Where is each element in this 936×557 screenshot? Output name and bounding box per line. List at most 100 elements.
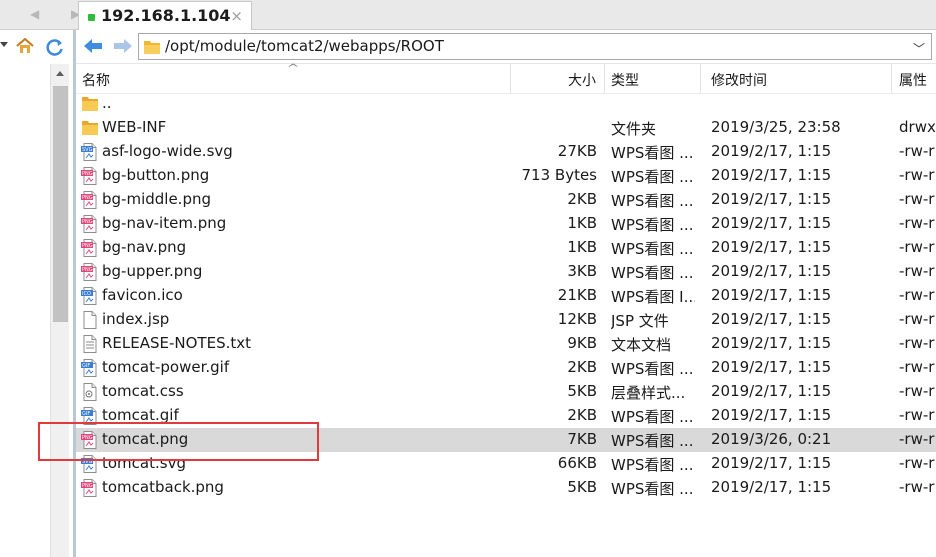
column-header-name[interactable]: 名称: [82, 70, 110, 90]
css-file-icon: [81, 383, 99, 401]
file-size: 12KB: [557, 310, 597, 328]
address-bar[interactable]: /opt/module/tomcat2/webapps/ROOT ﹀: [138, 33, 932, 60]
file-row[interactable]: index.jsp 12KB JSP 文件 2019/2/17, 1:15 -rw-r: [76, 308, 936, 332]
file-name: tomcatback.png: [102, 478, 224, 496]
left-toolbar: [0, 30, 75, 64]
file-type: WPS看图 ...: [611, 456, 694, 474]
file-name: bg-upper.png: [102, 262, 203, 280]
column-header-type[interactable]: 类型: [611, 70, 639, 90]
file-modified-time: 2019/2/17, 1:15: [711, 166, 832, 184]
dropdown-arrow-icon[interactable]: [0, 42, 8, 47]
png-file-icon: PNG: [81, 239, 99, 257]
file-row[interactable]: PNG bg-button.png 713 Bytes WPS看图 ... 2019/2…: [76, 164, 936, 188]
file-modified-time: 2019/3/25, 23:58: [711, 118, 841, 136]
file-row[interactable]: PNG tomcatback.png 5KB WPS看图 ... 2019/2/17, …: [76, 476, 936, 500]
file-row[interactable]: PNG bg-upper.png 3KB WPS看图 ... 2019/2/17, 1:…: [76, 260, 936, 284]
file-attributes: -rw-r: [899, 406, 935, 424]
file-attributes: -rw-r: [899, 214, 935, 232]
file-row[interactable]: RELEASE-NOTES.txt 9KB 文本文档 2019/2/17, 1:15 -…: [76, 332, 936, 356]
file-name: bg-nav.png: [102, 238, 187, 256]
file-row[interactable]: SVG asf-logo-wide.svg 27KB WPS看图 ... 2019/2/…: [76, 140, 936, 164]
file-modified-time: 2019/2/17, 1:15: [711, 382, 832, 400]
file-list-header: ^ 名称 大小 类型 修改时间 属性: [76, 63, 936, 94]
file-attributes: -rw-r: [899, 190, 935, 208]
folder-icon: [144, 41, 160, 54]
file-modified-time: 2019/2/17, 1:15: [711, 406, 832, 424]
file-row[interactable]: PNG bg-nav-item.png 1KB WPS看图 ... 2019/2/17,…: [76, 212, 936, 236]
svg-text:PNG: PNG: [82, 267, 93, 273]
file-size: 2KB: [567, 190, 597, 208]
file-row[interactable]: WEB-INF 文件夹 2019/3/25, 23:58 drwx: [76, 116, 936, 140]
file-attributes: -rw-r: [899, 262, 935, 280]
file-attributes: -rw-r: [899, 334, 935, 352]
gif-file-icon: GIF: [81, 359, 99, 377]
file-modified-time: 2019/2/17, 1:15: [711, 478, 832, 496]
address-path: /opt/module/tomcat2/webapps/ROOT: [165, 37, 444, 55]
scroll-up-icon[interactable]: [56, 71, 64, 76]
folder-icon: [81, 119, 99, 137]
file-size: 7KB: [567, 430, 597, 448]
file-attributes: -rw-r: [899, 166, 935, 184]
tab-close-icon[interactable]: ×: [230, 7, 243, 25]
file-size: 21KB: [557, 286, 597, 304]
home-icon[interactable]: [16, 38, 34, 54]
file-attributes: drwx: [899, 118, 936, 136]
ico-file-icon: ICO: [81, 287, 99, 305]
column-divider[interactable]: [604, 64, 605, 94]
file-attributes: -rw-r: [899, 238, 935, 256]
file-modified-time: 2019/2/17, 1:15: [711, 310, 832, 328]
file-modified-time: 2019/2/17, 1:15: [711, 286, 832, 304]
file-size: 713 Bytes: [521, 166, 598, 184]
file-size: 1KB: [567, 214, 597, 232]
file-name: favicon.ico: [102, 286, 183, 304]
file-attributes: -rw-r: [899, 478, 935, 496]
file-name: RELEASE-NOTES.txt: [102, 334, 252, 352]
file-row[interactable]: GIF tomcat-power.gif 2KB WPS看图 ... 2019/2/17…: [76, 356, 936, 380]
file-row[interactable]: ICO favicon.ico 21KB WPS看图 I... 2019/2/17, 1…: [76, 284, 936, 308]
file-row[interactable]: PNG bg-middle.png 2KB WPS看图 ... 2019/2/17, 1…: [76, 188, 936, 212]
file-type: WPS看图 ...: [611, 168, 694, 186]
png-file-icon: PNG: [81, 191, 99, 209]
file-modified-time: 2019/2/17, 1:15: [711, 190, 832, 208]
svg-text:GIF: GIF: [82, 363, 90, 369]
png-file-icon: PNG: [81, 215, 99, 233]
file-modified-time: 2019/2/17, 1:15: [711, 454, 832, 472]
svg-text:SVG: SVG: [82, 147, 93, 153]
column-divider[interactable]: [700, 64, 701, 94]
column-divider[interactable]: [510, 64, 511, 94]
scrollbar-thumb[interactable]: [53, 86, 68, 322]
tab-session[interactable]: 192.168.1.104 ×: [78, 1, 252, 31]
file-name: asf-logo-wide.svg: [102, 142, 233, 160]
column-header-attr[interactable]: 属性: [899, 70, 927, 90]
address-dropdown-icon[interactable]: ﹀: [913, 40, 925, 57]
file-name: index.jsp: [102, 310, 170, 328]
file-attributes: -rw-r: [899, 310, 935, 328]
txt-file-icon: [81, 335, 99, 353]
file-size: 66KB: [557, 454, 597, 472]
file-size: 5KB: [567, 382, 597, 400]
file-row[interactable]: ..: [76, 92, 936, 116]
svg-text:ICO: ICO: [82, 291, 91, 297]
file-type: WPS看图 ...: [611, 360, 694, 378]
file-size: 9KB: [567, 334, 597, 352]
refresh-icon[interactable]: [45, 37, 65, 57]
file-type: WPS看图 ...: [611, 192, 694, 210]
file-modified-time: 2019/2/17, 1:15: [711, 334, 832, 352]
file-size: 3KB: [567, 262, 597, 280]
forward-arrow-icon[interactable]: [112, 36, 134, 56]
file-row[interactable]: tomcat.css 5KB 层叠样式... 2019/2/17, 1:15 -rw-r: [76, 380, 936, 404]
file-attributes: -rw-r: [899, 358, 935, 376]
column-divider[interactable]: [891, 64, 892, 94]
svg-text:PNG: PNG: [82, 483, 93, 489]
file-name: tomcat.css: [102, 382, 184, 400]
column-header-mtime[interactable]: 修改时间: [711, 70, 767, 90]
tab-strip: ◀ ▶ 192.168.1.104 ×: [0, 0, 936, 31]
back-arrow-icon[interactable]: [82, 36, 104, 56]
connected-status-icon: [88, 14, 95, 21]
column-header-size[interactable]: 大小: [568, 70, 596, 90]
file-modified-time: 2019/3/26, 0:21: [711, 430, 832, 448]
file-row[interactable]: PNG bg-nav.png 1KB WPS看图 ... 2019/2/17, 1:15…: [76, 236, 936, 260]
left-pane-scrollbar[interactable]: [50, 64, 69, 557]
file-type: WPS看图 ...: [611, 408, 694, 426]
svg-text:PNG: PNG: [82, 195, 93, 201]
